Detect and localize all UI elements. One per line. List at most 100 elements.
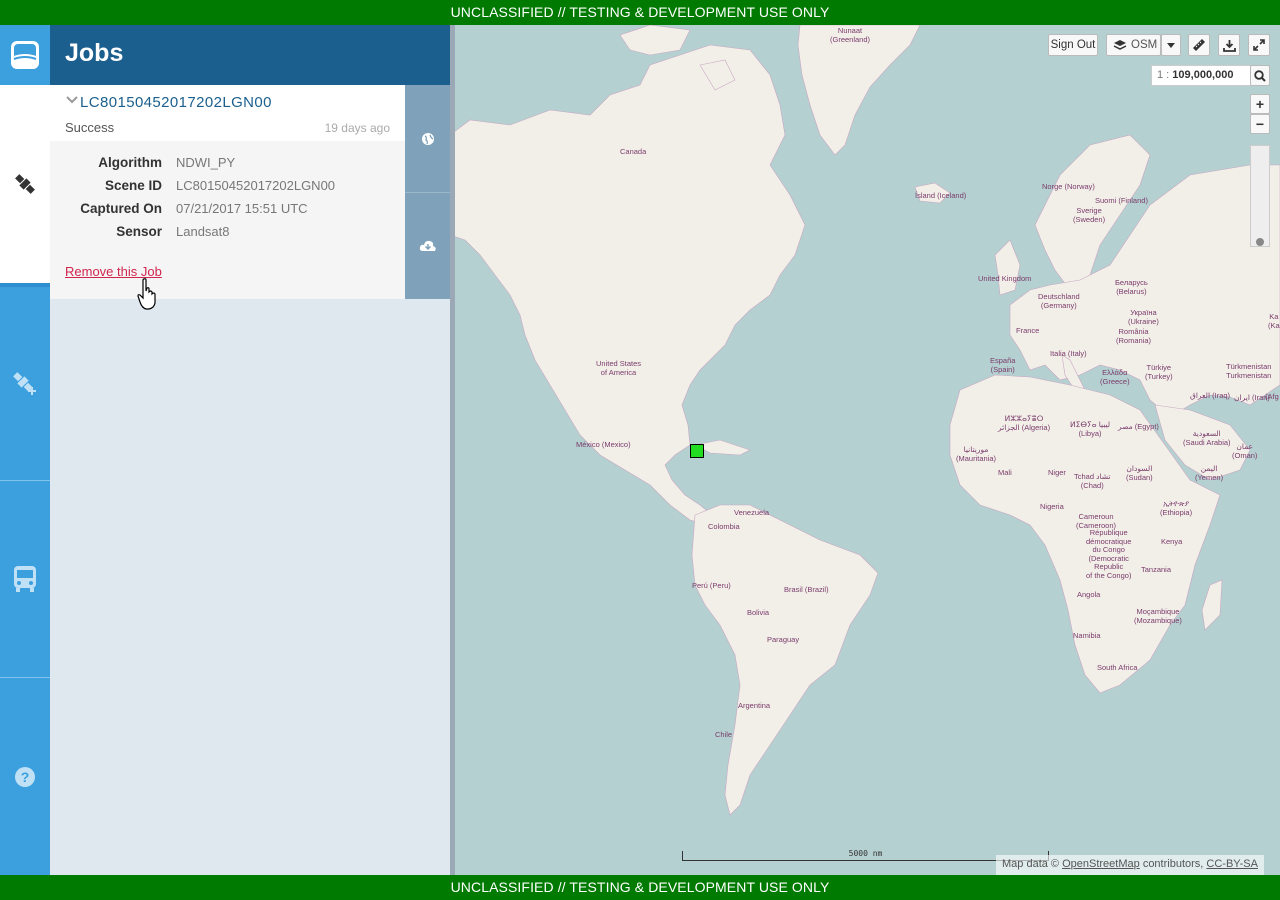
map-label: United States of America bbox=[596, 359, 642, 377]
job-age: 19 days ago bbox=[324, 121, 390, 135]
zoom-slider-thumb[interactable] bbox=[1256, 238, 1264, 246]
map-label: South Africa bbox=[1097, 663, 1138, 672]
map-label: Deutschland (Germany) bbox=[1038, 292, 1080, 310]
scale-prefix: 1 : bbox=[1157, 69, 1170, 81]
attribution-middle: contributors, bbox=[1142, 858, 1204, 870]
search-button[interactable] bbox=[1250, 65, 1270, 86]
map-label: Norge (Norway) bbox=[1042, 182, 1095, 191]
chevron-down-icon[interactable] bbox=[65, 95, 79, 105]
jobs-panel: Jobs LC80150452017202LGN00 Success 19 da… bbox=[50, 25, 450, 875]
map-label: México (Mexico) bbox=[576, 440, 631, 449]
search-icon bbox=[1254, 69, 1266, 82]
map-attribution: Map data © OpenStreetMap contributors, C… bbox=[996, 855, 1264, 875]
map-label: Nunaat (Greenland) bbox=[830, 26, 871, 44]
job-status: Success bbox=[65, 120, 115, 135]
view-on-map-button[interactable] bbox=[405, 85, 450, 192]
map-label: United Kingdom bbox=[978, 274, 1032, 283]
expand-icon bbox=[1253, 39, 1265, 51]
map-label: Argentina bbox=[738, 701, 771, 710]
map-label: Sverige (Sweden) bbox=[1073, 206, 1106, 224]
map-label: Namibia bbox=[1073, 631, 1101, 640]
map-label: Kenya bbox=[1161, 537, 1183, 546]
osm-link[interactable]: OpenStreetMap bbox=[1062, 858, 1140, 870]
detail-row: Scene ID LC80150452017202LGN00 bbox=[50, 178, 405, 201]
nav-item-create-job[interactable] bbox=[0, 287, 50, 480]
nav-rail: ? bbox=[0, 25, 50, 875]
bus-icon bbox=[14, 566, 36, 592]
app-logo[interactable] bbox=[0, 25, 50, 85]
map-label: (Afg bbox=[1265, 392, 1279, 401]
map-label: ⵍⵉⴱⵢⴰ ليبيا (Libya) bbox=[1070, 420, 1111, 438]
question-icon: ? bbox=[15, 766, 35, 787]
map-label: Paraguay bbox=[767, 635, 800, 644]
map-label: République démocratique du Congo (Democrati… bbox=[1086, 528, 1132, 580]
scale-value: 109,000,000 bbox=[1172, 69, 1234, 81]
map-label: España (Spain) bbox=[990, 356, 1016, 374]
map-label: موريتانيا (Mauritania) bbox=[956, 445, 997, 463]
job-card-header[interactable]: LC80150452017202LGN00 Success 19 days ag… bbox=[50, 85, 405, 141]
scale-input[interactable]: 1 : 109,000,000 bbox=[1151, 65, 1258, 86]
basemap-select[interactable]: OSM bbox=[1106, 34, 1161, 56]
map-label: Colombia bbox=[708, 522, 740, 531]
job-details: Algorithm NDWI_PY Scene ID LC80150452017… bbox=[50, 155, 405, 247]
detail-row: Algorithm NDWI_PY bbox=[50, 155, 405, 178]
download-button[interactable] bbox=[405, 192, 450, 299]
ruler-icon bbox=[1193, 39, 1205, 51]
map-label: Tanzania bbox=[1141, 565, 1172, 574]
map-label: Tchad تشاد (Chad) bbox=[1074, 472, 1111, 490]
map-label: Venezuela bbox=[734, 508, 770, 517]
detail-label: Sensor bbox=[116, 224, 162, 239]
map-label: Angola bbox=[1077, 590, 1101, 599]
attribution-prefix: Map data © bbox=[1002, 858, 1060, 870]
fullscreen-button[interactable] bbox=[1248, 34, 1270, 56]
map-label: مصر (Egypt) bbox=[1118, 422, 1159, 431]
detail-label: Algorithm bbox=[98, 155, 162, 170]
detail-label: Scene ID bbox=[104, 178, 162, 193]
map-label: Perú (Peru) bbox=[692, 581, 731, 590]
nav-item-product-lines[interactable] bbox=[0, 481, 50, 677]
basemap-dropdown-button[interactable] bbox=[1161, 34, 1181, 56]
zoom-out-button[interactable]: − bbox=[1250, 114, 1270, 134]
download-icon bbox=[1222, 39, 1236, 52]
license-link[interactable]: CC-BY-SA bbox=[1206, 858, 1258, 870]
world-basemap bbox=[450, 25, 1280, 816]
zoom-slider[interactable] bbox=[1250, 145, 1270, 247]
app-logo-icon bbox=[11, 41, 39, 69]
map-label: اليمن (Yemen) bbox=[1195, 464, 1224, 482]
classification-banner-top: UNCLASSIFIED // TESTING & DEVELOPMENT US… bbox=[0, 0, 1280, 25]
panel-divider[interactable] bbox=[450, 25, 455, 875]
map-label: România (Romania) bbox=[1116, 327, 1152, 345]
sign-out-button[interactable]: Sign Out bbox=[1048, 34, 1098, 56]
job-card: LC80150452017202LGN00 Success 19 days ag… bbox=[50, 85, 450, 299]
job-footprint-marker[interactable] bbox=[690, 444, 704, 458]
classification-banner-bottom: UNCLASSIFIED // TESTING & DEVELOPMENT US… bbox=[0, 875, 1280, 900]
export-button[interactable] bbox=[1218, 34, 1240, 56]
map-label: Bolivia bbox=[747, 608, 770, 617]
panel-header: Jobs bbox=[50, 25, 450, 85]
map-label: Ka (Ka bbox=[1268, 312, 1280, 330]
job-actions bbox=[405, 85, 450, 299]
job-name[interactable]: LC80150452017202LGN00 bbox=[80, 94, 272, 111]
map-label: Türkiye (Turkey) bbox=[1145, 363, 1173, 381]
layers-icon bbox=[1113, 40, 1127, 50]
cloud-download-icon bbox=[419, 240, 436, 251]
zoom-in-button[interactable]: + bbox=[1250, 94, 1270, 114]
detail-value: LC80150452017202LGN00 bbox=[176, 178, 336, 193]
measure-button[interactable] bbox=[1188, 34, 1210, 56]
map-label: ኢትዮጵያ (Ethiopia) bbox=[1160, 499, 1193, 517]
detail-value: Landsat8 bbox=[176, 224, 230, 239]
map-label: ⵍⵣⵣⴰⵢⴻⵔ الجزائر (Algeria) bbox=[998, 414, 1051, 432]
map-label: Ísland (Iceland) bbox=[915, 191, 967, 200]
svg-text:?: ? bbox=[21, 769, 30, 785]
detail-row: Sensor Landsat8 bbox=[50, 224, 405, 247]
map-label: Canada bbox=[620, 147, 647, 156]
map-view[interactable]: Nunaat (Greenland) Canada Ísland (Iceland… bbox=[450, 25, 1280, 875]
detail-label: Captured On bbox=[80, 201, 162, 216]
detail-row: Captured On 07/21/2017 15:51 UTC bbox=[50, 201, 405, 224]
detail-value: 07/21/2017 15:51 UTC bbox=[176, 201, 308, 216]
map-label: Nigeria bbox=[1040, 502, 1064, 511]
map-label: السودان (Sudan) bbox=[1126, 464, 1153, 482]
map-label: السعودية (Saudi Arabia) bbox=[1183, 429, 1231, 447]
scale-bar: 5000 nm bbox=[682, 850, 1049, 861]
nav-item-help[interactable]: ? bbox=[0, 678, 50, 875]
